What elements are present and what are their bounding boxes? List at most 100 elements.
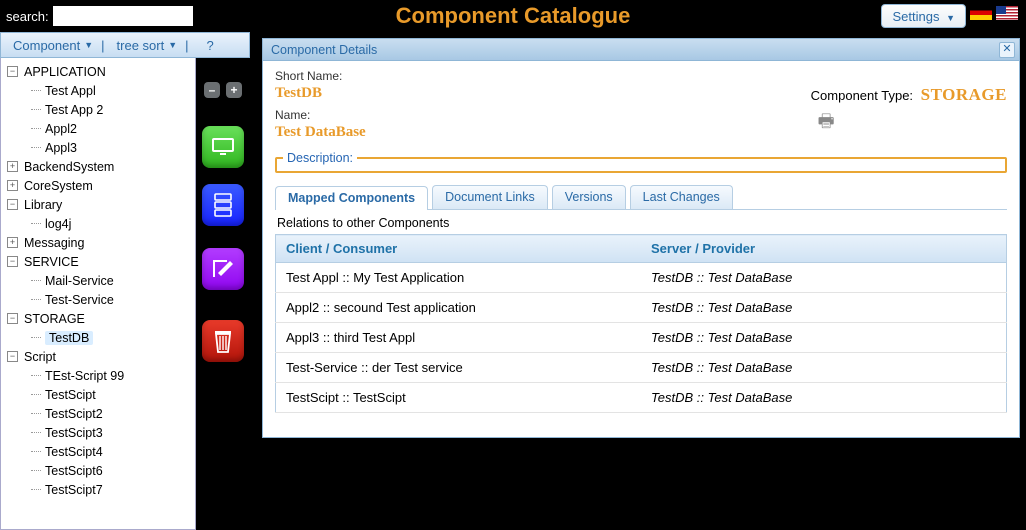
tree-node[interactable]: Test Appl (3, 81, 193, 100)
tree-node[interactable]: Test App 2 (3, 100, 193, 119)
table-row[interactable]: Appl3 :: third Test ApplTestDB :: Test D… (276, 323, 1007, 353)
collapse-all-button[interactable]: – (204, 82, 220, 98)
tree-node[interactable]: −APPLICATION (3, 62, 193, 81)
tree-node[interactable]: TestScipt7 (3, 480, 193, 499)
trash-icon[interactable] (202, 320, 244, 362)
tree-node-label: Script (24, 350, 56, 364)
tree-node[interactable]: −Library (3, 195, 193, 214)
name-value: Test DataBase (275, 124, 811, 141)
expand-all-button[interactable]: + (226, 82, 242, 98)
collapse-icon[interactable]: − (7, 66, 18, 77)
tree-node-label: Test Appl (45, 84, 96, 98)
cell-client: TestScipt :: TestScipt (276, 383, 642, 413)
close-panel-button[interactable]: ✕ (999, 42, 1015, 58)
component-type-label: Component Type: (811, 88, 913, 103)
flag-en-icon[interactable] (996, 6, 1018, 20)
tree-node-label: TestScipt3 (45, 426, 103, 440)
collapse-icon[interactable]: − (7, 351, 18, 362)
tree-node[interactable]: Mail-Service (3, 271, 193, 290)
tree-node[interactable]: +CoreSystem (3, 176, 193, 195)
tree-node[interactable]: TestScipt (3, 385, 193, 404)
tree-node[interactable]: Appl3 (3, 138, 193, 157)
print-icon[interactable]: 🖶 (811, 109, 835, 139)
relations-table: Client / Consumer Server / Provider Test… (275, 234, 1007, 413)
search-label: search: (6, 9, 49, 24)
component-menu-label: Component (13, 38, 80, 53)
tree-node[interactable]: −Script (3, 347, 193, 366)
collapse-icon[interactable]: − (7, 199, 18, 210)
tree-node-label: Messaging (24, 236, 84, 250)
table-row[interactable]: Appl2 :: secound Test applicationTestDB … (276, 293, 1007, 323)
tree-toolbar: Component ▼ | tree sort ▼ | ? (0, 32, 250, 58)
cell-client: Test Appl :: My Test Application (276, 263, 642, 293)
tree-node-label: Appl2 (45, 122, 77, 136)
short-name-value: TestDB (275, 85, 811, 102)
cell-provider: TestDB :: Test DataBase (641, 293, 1007, 323)
tree-node-label: Test App 2 (45, 103, 103, 117)
tree-node-label: TestScipt4 (45, 445, 103, 459)
language-flags (970, 6, 1018, 20)
tree-node[interactable]: + Messaging (3, 233, 193, 252)
panel-title: Component Details (263, 39, 1019, 61)
tab[interactable]: Mapped Components (275, 186, 428, 210)
tree-node[interactable]: TestScipt2 (3, 404, 193, 423)
description-fieldset: Description: (275, 151, 1007, 173)
tree-node[interactable]: TestScipt6 (3, 461, 193, 480)
expand-icon[interactable]: + (7, 180, 18, 191)
settings-button[interactable]: Settings ▼ (881, 4, 966, 28)
detail-panel: Component Details ✕ Short Name: TestDB N… (262, 38, 1020, 438)
tree-node[interactable]: −SERVICE (3, 252, 193, 271)
tree-node-label: Library (24, 198, 62, 212)
search-input[interactable] (53, 6, 193, 26)
table-row[interactable]: Test-Service :: der Test serviceTestDB :… (276, 353, 1007, 383)
table-row[interactable]: Test Appl :: My Test ApplicationTestDB :… (276, 263, 1007, 293)
cell-client: Test-Service :: der Test service (276, 353, 642, 383)
tree-node-label: APPLICATION (24, 65, 106, 79)
short-name-label: Short Name: (275, 69, 811, 83)
monitor-icon[interactable] (202, 126, 244, 168)
cell-client: Appl2 :: secound Test application (276, 293, 642, 323)
tree-node[interactable]: −STORAGE (3, 309, 193, 328)
relations-title: Relations to other Components (277, 216, 1007, 230)
cell-provider: TestDB :: Test DataBase (641, 323, 1007, 353)
cell-provider: TestDB :: Test DataBase (641, 263, 1007, 293)
tree-node[interactable]: TestScipt4 (3, 442, 193, 461)
help-button[interactable]: ? (199, 38, 222, 53)
table-row[interactable]: TestScipt :: TestSciptTestDB :: Test Dat… (276, 383, 1007, 413)
tree-node[interactable]: Test-Service (3, 290, 193, 309)
edit-icon[interactable] (202, 248, 244, 290)
detail-tabs: Mapped ComponentsDocument LinksVersionsL… (275, 185, 1007, 210)
tree-node-label: TestScipt7 (45, 483, 103, 497)
tab[interactable]: Versions (552, 185, 626, 209)
tab[interactable]: Last Changes (630, 185, 733, 209)
cell-provider: TestDB :: Test DataBase (641, 383, 1007, 413)
collapse-icon[interactable]: − (7, 313, 18, 324)
expand-icon[interactable]: + (7, 237, 18, 248)
flag-de-icon[interactable] (970, 6, 992, 20)
storage-icon[interactable] (202, 184, 244, 226)
tree-node[interactable]: +BackendSystem (3, 157, 193, 176)
collapse-icon[interactable]: − (7, 256, 18, 267)
cell-provider: TestDB :: Test DataBase (641, 353, 1007, 383)
tree-node[interactable]: TestScipt3 (3, 423, 193, 442)
component-type: Component Type: STORAGE (811, 85, 1007, 105)
settings-label: Settings (892, 9, 939, 24)
side-toolbar: – + (196, 58, 250, 530)
tree-node[interactable]: Appl2 (3, 119, 193, 138)
tree-node[interactable]: log4j (3, 214, 193, 233)
tree-node-label: TEst-Script 99 (45, 369, 124, 383)
caret-down-icon: ▼ (946, 13, 955, 23)
col-client[interactable]: Client / Consumer (276, 235, 642, 263)
header: search: Component Catalogue Settings ▼ (0, 0, 1026, 32)
caret-down-icon: ▼ (168, 40, 177, 50)
tree-node-label: SERVICE (24, 255, 79, 269)
component-tree[interactable]: −APPLICATIONTest ApplTest App 2Appl2Appl… (0, 58, 196, 530)
tab[interactable]: Document Links (432, 185, 548, 209)
col-provider[interactable]: Server / Provider (641, 235, 1007, 263)
tree-node-label: TestScipt6 (45, 464, 103, 478)
component-menu[interactable]: Component ▼ (5, 38, 101, 53)
tree-node[interactable]: TestDB (3, 328, 193, 347)
expand-icon[interactable]: + (7, 161, 18, 172)
tree-node[interactable]: TEst-Script 99 (3, 366, 193, 385)
tree-sort-menu[interactable]: tree sort ▼ (109, 38, 186, 53)
